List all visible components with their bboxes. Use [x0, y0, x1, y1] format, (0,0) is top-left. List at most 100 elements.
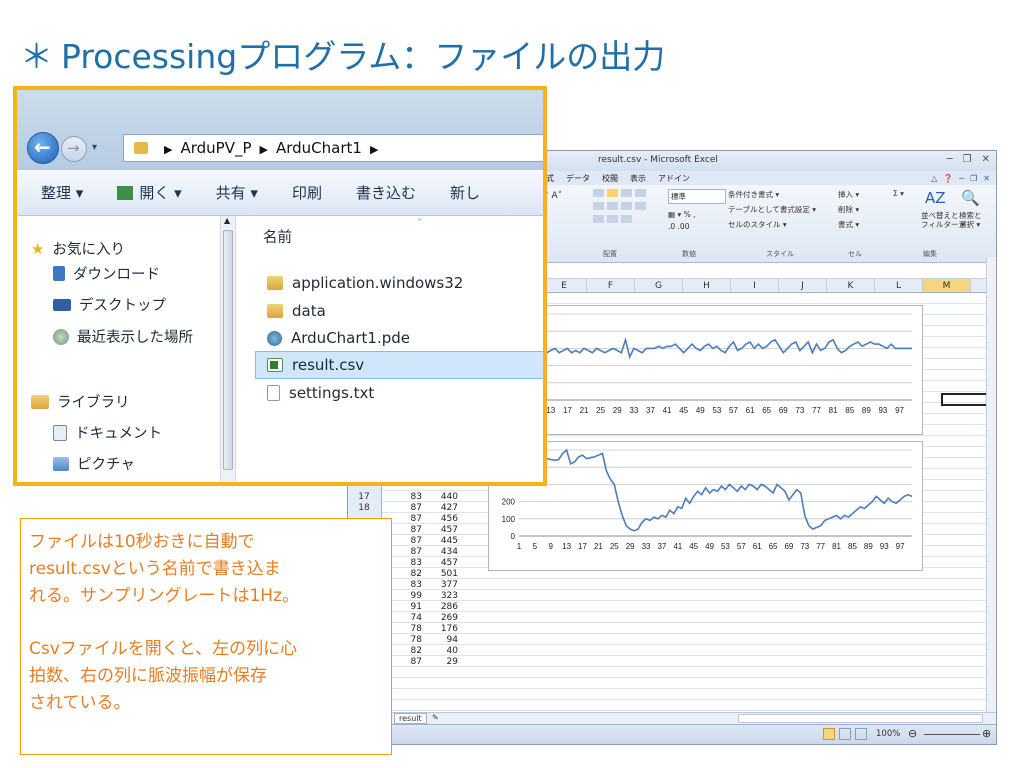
- col-header-f[interactable]: F: [587, 279, 635, 292]
- nav-item-pictures[interactable]: ピクチャ: [53, 453, 135, 474]
- pulse-amplitude-cell[interactable]: 176: [422, 624, 458, 635]
- doc-minimize-icon[interactable]: ─: [959, 174, 964, 183]
- col-header-h[interactable]: H: [683, 279, 731, 292]
- nav-item-desktop[interactable]: デスクトップ: [53, 294, 166, 315]
- zoom-slider[interactable]: [924, 734, 980, 735]
- heart-rate-cell[interactable]: 87: [392, 547, 422, 558]
- ribbon-minimize-icon[interactable]: △: [931, 174, 937, 183]
- pulse-amplitude-chart[interactable]: 1 5 9 13 17 21 25 29 33 37 41 45 49 53 57 61 65 69 73 77 81 8…: [488, 441, 923, 571]
- tab-view[interactable]: 表示: [630, 173, 646, 184]
- pulse-amplitude-cell[interactable]: 286: [422, 602, 458, 613]
- decimal-buttons[interactable]: .0 .00: [668, 222, 728, 231]
- find-icon[interactable]: 🔍: [961, 189, 980, 207]
- back-button[interactable]: [27, 132, 59, 164]
- organize-button[interactable]: 整理 ▾: [41, 182, 83, 203]
- pulse-amplitude-cell[interactable]: 501: [422, 569, 458, 580]
- table-row[interactable]: 17 83 440: [348, 492, 458, 503]
- tab-addins[interactable]: アドイン: [658, 173, 690, 184]
- heart-rate-cell[interactable]: 74: [392, 613, 422, 624]
- format-as-table-button[interactable]: テーブルとして書式設定 ▾: [728, 204, 838, 215]
- chevron-right-icon[interactable]: ▶: [370, 143, 378, 156]
- nav-item-documents[interactable]: ドキュメント: [53, 422, 162, 443]
- sort-filter-icon[interactable]: AZ: [925, 189, 946, 207]
- heart-rate-chart[interactable]: 9131721252933374145495357616569737781858…: [488, 305, 923, 435]
- delete-cells-button[interactable]: 削除 ▾: [838, 204, 888, 215]
- pulse-amplitude-cell[interactable]: 377: [422, 580, 458, 591]
- breadcrumb-arduchart[interactable]: ArduChart1: [276, 139, 362, 157]
- breadcrumb-ardupv[interactable]: ArduPV_P: [180, 139, 251, 157]
- insert-cells-button[interactable]: 挿入 ▾: [838, 189, 888, 200]
- nav-item-favorites[interactable]: ★ お気に入り: [31, 238, 125, 259]
- pulse-amplitude-cell[interactable]: 445: [422, 536, 458, 547]
- recent-pages-icon[interactable]: ▾: [92, 142, 97, 153]
- heart-rate-cell[interactable]: 87: [392, 525, 422, 536]
- doc-restore-icon[interactable]: ❐: [970, 174, 977, 183]
- tab-review[interactable]: 校閲: [602, 173, 618, 184]
- burn-button[interactable]: 書き込む: [356, 182, 416, 203]
- file-row[interactable]: application.windows32: [267, 274, 463, 292]
- pulse-amplitude-cell[interactable]: 269: [422, 613, 458, 624]
- forward-button[interactable]: [61, 136, 87, 162]
- alignment-group[interactable]: 配置: [593, 189, 673, 258]
- heart-rate-cell[interactable]: 78: [392, 624, 422, 635]
- file-row[interactable]: ArduChart1.pde: [267, 329, 410, 347]
- pulse-amplitude-cell[interactable]: 94: [422, 635, 458, 646]
- pulse-amplitude-cell[interactable]: 457: [422, 525, 458, 536]
- nav-item-recent[interactable]: 最近表示した場所: [53, 326, 193, 347]
- normal-view-icon[interactable]: [823, 728, 835, 740]
- sheet-tab-result[interactable]: result: [394, 713, 427, 724]
- active-cell[interactable]: [941, 393, 989, 406]
- name-column-header[interactable]: 名前: [263, 226, 292, 247]
- heart-rate-cell[interactable]: 99: [392, 591, 422, 602]
- heart-rate-cell[interactable]: 83: [392, 558, 422, 569]
- chevron-right-icon[interactable]: ▶: [164, 143, 172, 156]
- col-header-g[interactable]: G: [635, 279, 683, 292]
- doc-close-icon[interactable]: ✕: [983, 174, 990, 183]
- chevron-right-icon[interactable]: ▶: [260, 143, 268, 156]
- heart-rate-cell[interactable]: 87: [392, 536, 422, 547]
- col-header-i[interactable]: I: [731, 279, 779, 292]
- pulse-amplitude-cell[interactable]: 40: [422, 646, 458, 657]
- new-folder-button[interactable]: 新し: [450, 182, 480, 203]
- scrollbar-thumb[interactable]: [223, 230, 233, 470]
- percent-buttons[interactable]: ▦ ▾ % ,: [668, 210, 728, 219]
- horizontal-scrollbar[interactable]: [738, 714, 983, 723]
- col-header-k[interactable]: K: [827, 279, 875, 292]
- conditional-format-button[interactable]: 条件付き書式 ▾: [728, 189, 838, 200]
- nav-item-downloads[interactable]: ダウンロード: [53, 263, 160, 284]
- col-header-e[interactable]: E: [542, 279, 587, 292]
- page-layout-view-icon[interactable]: [839, 728, 851, 740]
- heart-rate-cell[interactable]: 82: [392, 646, 422, 657]
- share-button[interactable]: 共有 ▾: [216, 182, 258, 203]
- pulse-amplitude-cell[interactable]: 456: [422, 514, 458, 525]
- pulse-amplitude-cell[interactable]: 440: [422, 492, 458, 503]
- col-header-j[interactable]: J: [779, 279, 827, 292]
- heart-rate-cell[interactable]: 87: [392, 503, 422, 514]
- cell-styles-button[interactable]: セルのスタイル ▾: [728, 219, 838, 230]
- sort-filter-button[interactable]: 並べ替えと フィルター ▾: [921, 211, 965, 229]
- pulse-amplitude-cell[interactable]: 434: [422, 547, 458, 558]
- find-select-button[interactable]: 検索と 選択 ▾: [959, 211, 982, 229]
- vertical-scrollbar[interactable]: [986, 257, 996, 717]
- address-bar[interactable]: ▶ ArduPV_P ▶ ArduChart1 ▶: [123, 134, 543, 162]
- tab-data[interactable]: データ: [566, 173, 590, 184]
- zoom-level[interactable]: 100%: [876, 729, 900, 739]
- heart-rate-cell[interactable]: 87: [392, 514, 422, 525]
- pulse-amplitude-cell[interactable]: 323: [422, 591, 458, 602]
- close-icon[interactable]: ✕: [982, 154, 990, 165]
- new-sheet-icon[interactable]: ✎: [432, 713, 439, 722]
- scroll-up-icon[interactable]: ▲: [224, 216, 230, 225]
- heart-rate-cell[interactable]: 91: [392, 602, 422, 613]
- format-cells-button[interactable]: 書式 ▾: [838, 219, 888, 230]
- heart-rate-cell[interactable]: 83: [392, 580, 422, 591]
- minimize-icon[interactable]: ─: [947, 154, 953, 165]
- table-row[interactable]: 18 87 427: [348, 503, 458, 514]
- pulse-amplitude-cell[interactable]: 29: [422, 657, 458, 668]
- number-format-select[interactable]: 標準: [668, 189, 726, 204]
- zoom-in-icon[interactable]: ⊕: [982, 727, 991, 740]
- pulse-amplitude-cell[interactable]: 427: [422, 503, 458, 514]
- nav-scrollbar[interactable]: ▲: [220, 216, 236, 482]
- file-row-selected[interactable]: result.csv: [267, 356, 364, 374]
- heart-rate-cell[interactable]: 78: [392, 635, 422, 646]
- page-break-view-icon[interactable]: [855, 728, 867, 740]
